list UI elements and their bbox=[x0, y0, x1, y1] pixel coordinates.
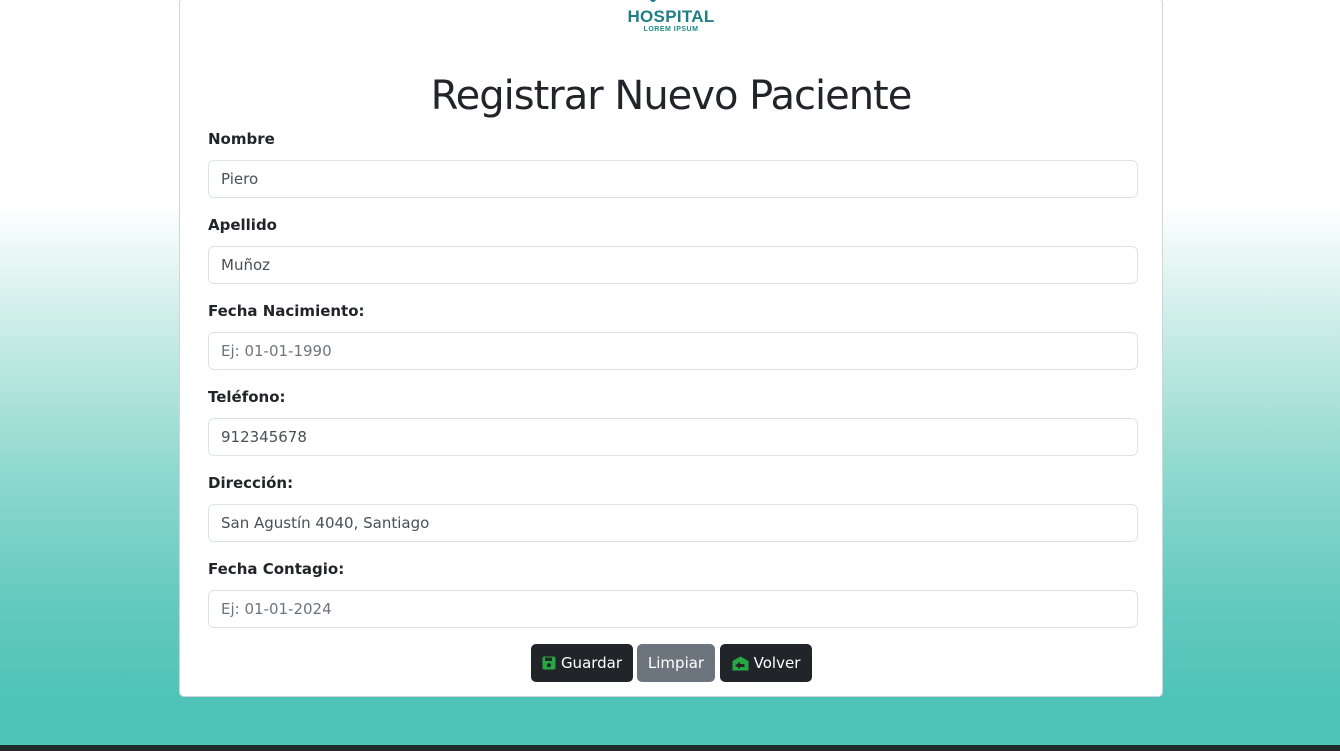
address-label: Dirección: bbox=[208, 474, 294, 492]
save-button-label: Guardar bbox=[560, 654, 623, 672]
last-name-input[interactable] bbox=[208, 246, 1138, 284]
back-button-label: Volver bbox=[753, 654, 801, 672]
logo-tagline: LOREM IPSUM bbox=[643, 26, 699, 33]
phone-label: Teléfono: bbox=[208, 388, 286, 406]
page-title: Registrar Nuevo Paciente bbox=[430, 73, 913, 119]
back-icon bbox=[732, 656, 749, 671]
infection-date-label: Fecha Contagio: bbox=[208, 560, 345, 578]
infection-date-input[interactable] bbox=[208, 590, 1138, 628]
back-button[interactable]: Volver bbox=[720, 644, 812, 682]
last-name-label: Apellido bbox=[208, 216, 277, 234]
first-name-label: Nombre bbox=[208, 130, 275, 148]
logo-name: HOSPITAL bbox=[627, 7, 715, 26]
birth-date-label: Fecha Nacimiento: bbox=[208, 302, 365, 320]
address-input[interactable] bbox=[208, 504, 1138, 542]
patient-form-card: HOSPITAL LOREM IPSUM Registrar Nuevo Pac… bbox=[179, 0, 1163, 697]
logo-mark-icon bbox=[650, 0, 656, 2]
birth-date-input[interactable] bbox=[208, 332, 1138, 370]
clear-button-label: Limpiar bbox=[647, 654, 705, 672]
first-name-input[interactable] bbox=[208, 160, 1138, 198]
phone-input[interactable] bbox=[208, 418, 1138, 456]
bottom-bar bbox=[0, 745, 1340, 751]
clear-button[interactable]: Limpiar bbox=[637, 644, 715, 682]
save-button[interactable]: Guardar bbox=[531, 644, 633, 682]
save-icon bbox=[542, 656, 556, 670]
